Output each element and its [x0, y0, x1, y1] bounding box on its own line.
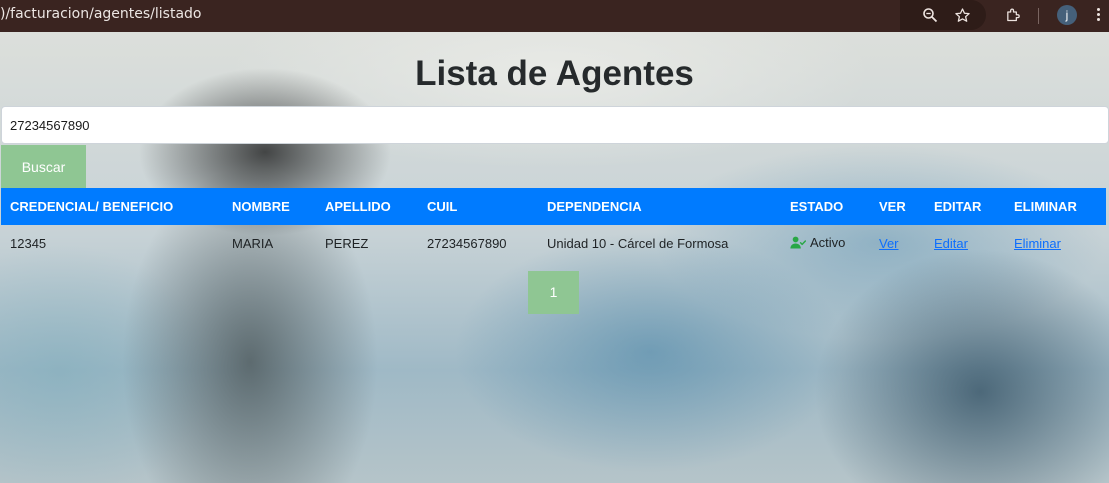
cell-credencial: 12345	[10, 235, 47, 251]
user-check-icon	[790, 236, 806, 248]
edit-link[interactable]: Editar	[934, 236, 968, 251]
page-content: Lista de Agentes Buscar CREDENCIAL/ BENE…	[0, 32, 1109, 483]
page-title: Lista de Agentes	[415, 54, 694, 93]
column-header-dependencia: DEPENDENCIA	[547, 199, 642, 214]
column-header-credencial: CREDENCIAL/ BENEFICIO	[10, 199, 174, 214]
column-header-eliminar: ELIMINAR	[1014, 199, 1077, 214]
profile-avatar[interactable]: j	[1057, 5, 1077, 25]
table-row: 12345 MARIA PEREZ 27234567890 Unidad 10 …	[1, 225, 1106, 261]
menu-icon[interactable]	[1096, 6, 1102, 26]
pagination-page-1[interactable]: 1	[528, 271, 579, 314]
toolbar-divider	[1038, 8, 1039, 24]
column-header-cuil: CUIL	[427, 199, 458, 214]
zoom-icon[interactable]	[920, 5, 940, 25]
column-header-apellido: APELLIDO	[325, 199, 391, 214]
cell-cuil: 27234567890	[427, 235, 507, 251]
status-badge: Activo	[790, 235, 845, 250]
cell-estado: Activo	[781, 225, 870, 261]
cell-dependencia: Unidad 10 - Cárcel de Formosa	[547, 235, 729, 251]
table-header-row: CREDENCIAL/ BENEFICIO NOMBRE APELLIDO CU…	[1, 188, 1106, 225]
cell-editar: Editar	[925, 225, 1005, 261]
column-header-ver: VER	[879, 199, 906, 214]
extensions-icon[interactable]	[1003, 5, 1023, 25]
delete-link[interactable]: Eliminar	[1014, 236, 1061, 251]
agents-table: CREDENCIAL/ BENEFICIO NOMBRE APELLIDO CU…	[1, 188, 1106, 261]
address-bar-end	[900, 0, 986, 30]
cell-ver: Ver	[870, 225, 925, 261]
search-button[interactable]: Buscar	[1, 145, 86, 188]
star-icon[interactable]	[952, 5, 972, 25]
column-header-editar: EDITAR	[934, 199, 982, 214]
address-bar-url[interactable]: )/facturacion/agentes/listado	[0, 6, 201, 22]
column-header-nombre: NOMBRE	[232, 199, 290, 214]
cell-apellido: PEREZ	[325, 235, 369, 251]
search-input[interactable]	[1, 106, 1109, 144]
column-header-estado: ESTADO	[790, 199, 844, 214]
view-link[interactable]: Ver	[879, 236, 899, 251]
cell-nombre: MARIA	[232, 235, 274, 251]
cell-eliminar: Eliminar	[1005, 225, 1106, 261]
browser-toolbar: )/facturacion/agentes/listado j	[0, 0, 1109, 32]
status-label: Activo	[810, 234, 846, 250]
